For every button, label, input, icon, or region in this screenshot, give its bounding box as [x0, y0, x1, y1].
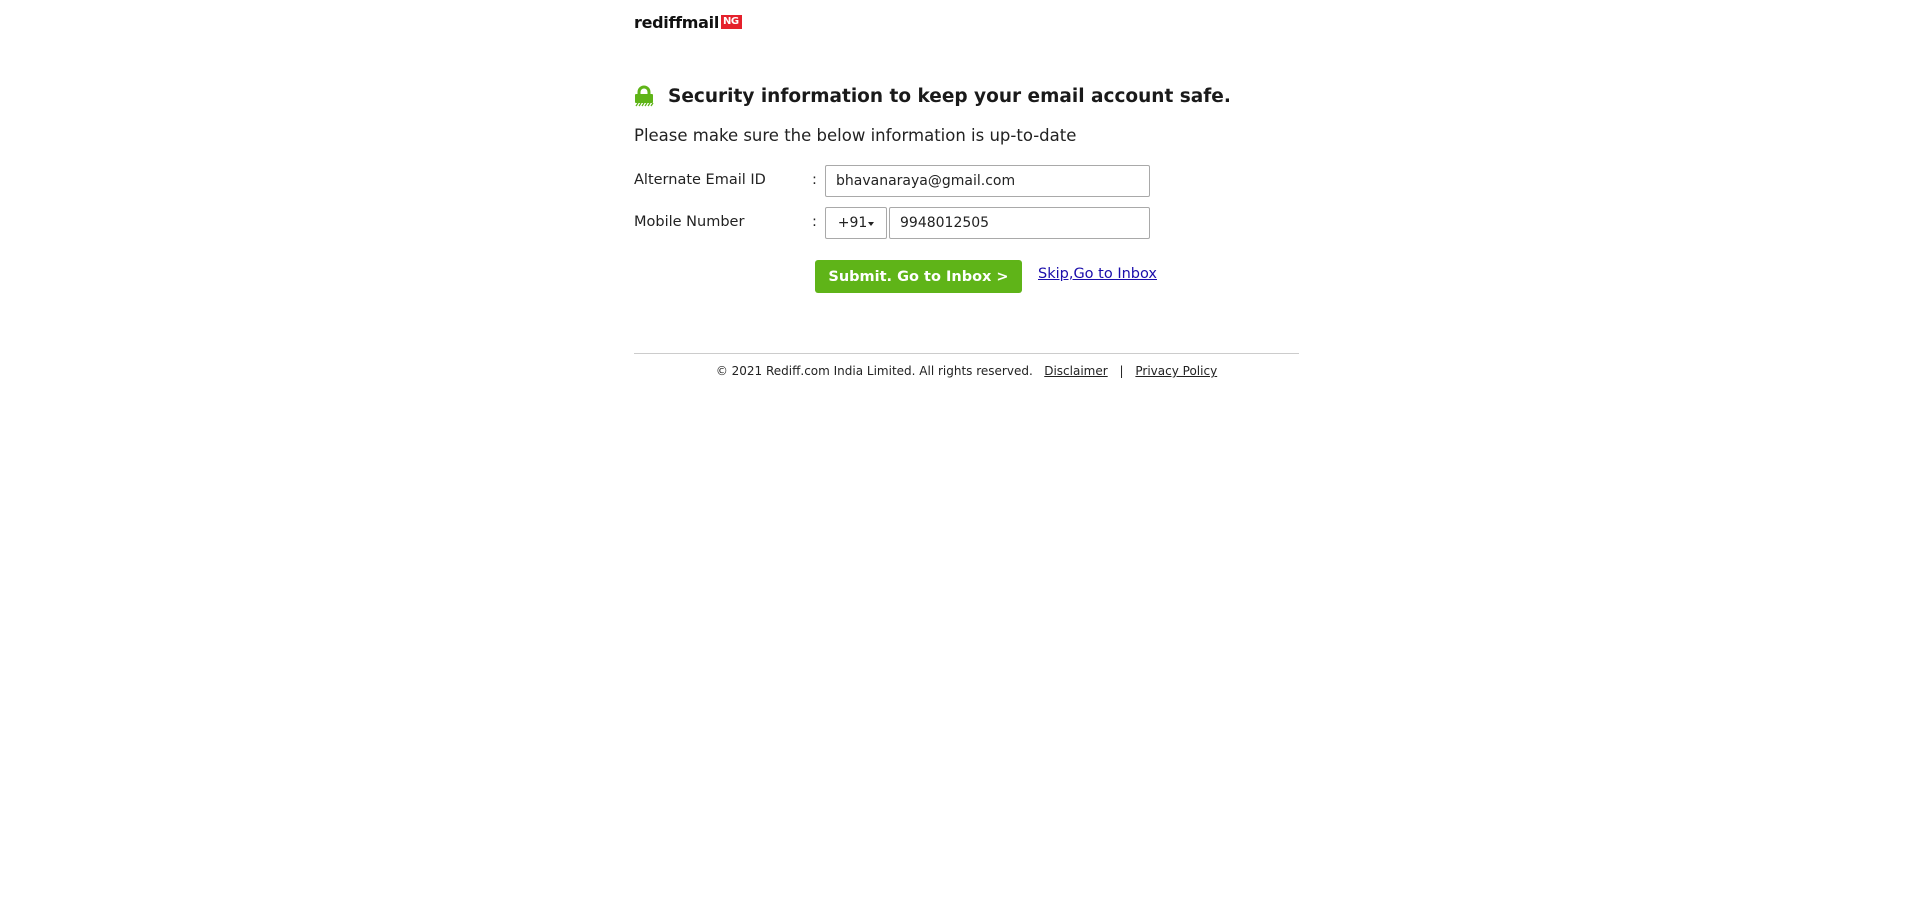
copyright-text: © 2021 Rediff.com India Limited. All rig… — [715, 364, 1033, 378]
skip-go-to-inbox-link[interactable]: Skip,Go to Inbox — [1038, 266, 1157, 282]
footer-separator: | — [1119, 364, 1124, 378]
footer: © 2021 Rediff.com India Limited. All rig… — [634, 364, 1299, 378]
mobile-number-label: Mobile Number — [634, 214, 745, 230]
page-title: Security information to keep your email … — [668, 85, 1231, 107]
alternate-email-colon: : — [812, 172, 817, 188]
logo-wordmark: rediffmail — [634, 12, 720, 32]
page-subtitle: Please make sure the below information i… — [634, 126, 1077, 145]
mobile-number-colon: : — [812, 214, 817, 230]
page: rediffmail NG Security information to ke… — [0, 0, 1920, 924]
chevron-down-icon — [868, 222, 875, 226]
mobile-number-field[interactable] — [889, 207, 1150, 239]
lock-icon — [635, 85, 654, 107]
submit-go-to-inbox-button[interactable]: Submit. Go to Inbox > — [815, 260, 1022, 293]
rediffmail-logo[interactable]: rediffmail NG — [634, 12, 742, 32]
logo-badge: NG — [721, 15, 742, 29]
alternate-email-label: Alternate Email ID — [634, 172, 766, 188]
privacy-policy-link[interactable]: Privacy Policy — [1135, 364, 1217, 378]
country-code-select[interactable]: +91 — [825, 207, 887, 239]
footer-divider — [634, 353, 1299, 354]
alternate-email-field[interactable] — [825, 165, 1150, 197]
disclaimer-link[interactable]: Disclaimer — [1044, 364, 1107, 378]
security-heading-row: Security information to keep your email … — [634, 84, 1231, 108]
country-code-value: +91 — [837, 215, 868, 231]
